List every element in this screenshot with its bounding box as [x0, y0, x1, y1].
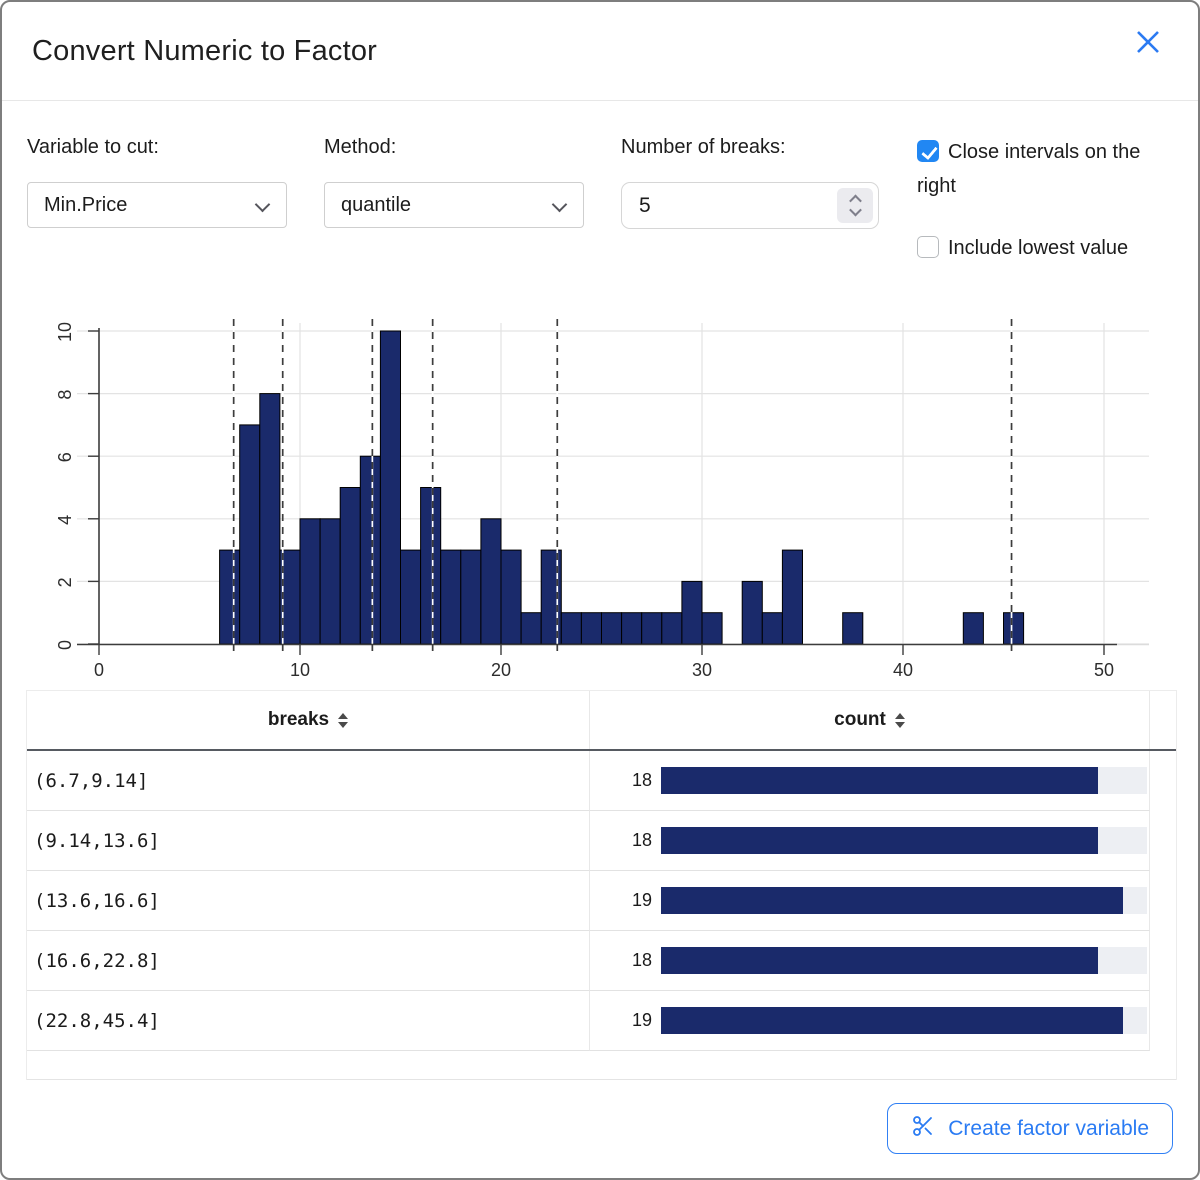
table-header-gutter	[1150, 691, 1176, 749]
method-select[interactable]: quantile	[324, 182, 584, 228]
sort-icon	[338, 713, 348, 728]
column-header-count[interactable]: count	[590, 691, 1150, 749]
svg-text:2: 2	[55, 577, 75, 587]
number-of-breaks-input[interactable]	[622, 194, 792, 218]
svg-text:0: 0	[94, 660, 104, 680]
sort-icon	[895, 713, 905, 728]
number-stepper[interactable]	[837, 188, 873, 223]
count-value: 18	[610, 950, 652, 971]
count-bar-track	[661, 1007, 1147, 1034]
count-bar-fill	[661, 1007, 1123, 1034]
close-icon	[1129, 23, 1167, 66]
svg-text:50: 50	[1094, 660, 1114, 680]
close-intervals-checkbox[interactable]	[917, 140, 939, 162]
count-bar-fill	[661, 947, 1098, 974]
include-lowest-option: Include lowest value	[917, 231, 1183, 265]
count-value: 19	[610, 890, 652, 911]
table-body: (6.7,9.14]18(9.14,13.6]18(13.6,16.6]19(1…	[27, 751, 1176, 1051]
count-bar-track	[661, 827, 1147, 854]
count-value: 19	[610, 1010, 652, 1031]
number-of-breaks-field	[621, 182, 879, 229]
breaks-cell: (22.8,45.4]	[27, 991, 590, 1051]
svg-text:10: 10	[290, 660, 310, 680]
spinner-down-icon	[849, 204, 862, 217]
scissors-icon	[911, 1114, 935, 1144]
breaks-cell: (6.7,9.14]	[27, 751, 590, 811]
variable-to-cut-label: Variable to cut:	[27, 136, 159, 159]
breaks-cell: (13.6,16.6]	[27, 871, 590, 931]
dialog-title: Convert Numeric to Factor	[32, 2, 377, 100]
create-factor-variable-label: Create factor variable	[948, 1117, 1149, 1141]
include-lowest-checkbox[interactable]	[917, 236, 939, 258]
chevron-down-icon	[255, 197, 271, 213]
table-row-gutter	[1150, 931, 1176, 991]
close-intervals-option: Close intervals on the right	[917, 135, 1183, 203]
breaks-cell: (16.6,22.8]	[27, 931, 590, 991]
breaks-cell: (9.14,13.6]	[27, 811, 590, 871]
table-empty-strip	[27, 1051, 1176, 1080]
count-bar-track	[661, 947, 1147, 974]
number-of-breaks-label: Number of breaks:	[621, 136, 786, 159]
svg-text:8: 8	[55, 390, 75, 400]
table-row-gutter	[1150, 751, 1176, 811]
svg-text:40: 40	[893, 660, 913, 680]
svg-text:30: 30	[692, 660, 712, 680]
header-divider	[2, 100, 1198, 101]
count-cell: 19	[590, 871, 1150, 931]
method-label: Method:	[324, 136, 396, 159]
svg-text:4: 4	[55, 515, 75, 525]
convert-numeric-to-factor-dialog: Convert Numeric to Factor Variable to cu…	[0, 0, 1200, 1180]
count-value: 18	[610, 770, 652, 791]
table-row[interactable]: (13.6,16.6] 19	[27, 871, 1176, 931]
svg-text:10: 10	[55, 322, 75, 342]
table-row[interactable]: (9.14,13.6] 18	[27, 811, 1176, 871]
table-header: breaks count	[27, 690, 1176, 751]
count-cell: 18	[590, 751, 1150, 811]
include-lowest-label: Include lowest value	[948, 237, 1128, 259]
count-cell: 19	[590, 991, 1150, 1051]
chevron-down-icon	[552, 197, 568, 213]
table-row[interactable]: (16.6,22.8] 18	[27, 931, 1176, 991]
table-row-gutter	[1150, 811, 1176, 871]
count-bar-fill	[661, 887, 1123, 914]
count-bar-track	[661, 887, 1147, 914]
svg-text:0: 0	[55, 640, 75, 650]
svg-text:6: 6	[55, 452, 75, 462]
table-row[interactable]: (22.8,45.4] 19	[27, 991, 1176, 1051]
breaks-summary-table: breaks count (6.7,9.14]18(9.14,13.6]18(1…	[26, 690, 1177, 1080]
method-select-value: quantile	[341, 194, 411, 217]
table-row[interactable]: (6.7,9.14] 18	[27, 751, 1176, 811]
column-header-breaks[interactable]: breaks	[27, 691, 590, 749]
variable-select[interactable]: Min.Price	[27, 182, 287, 228]
variable-select-value: Min.Price	[44, 194, 127, 217]
count-bar-fill	[661, 767, 1098, 794]
table-row-gutter	[1150, 871, 1176, 931]
histogram-chart: 0 10 20 30 40 50 0 2 4 6 8 10	[27, 295, 1177, 687]
create-factor-variable-button[interactable]: Create factor variable	[887, 1103, 1173, 1154]
svg-text:20: 20	[491, 660, 511, 680]
count-cell: 18	[590, 811, 1150, 871]
count-bar-fill	[661, 827, 1098, 854]
close-intervals-label: Close intervals on the right	[917, 141, 1140, 197]
close-button[interactable]	[1126, 22, 1170, 66]
table-row-gutter	[1150, 991, 1176, 1051]
count-cell: 18	[590, 931, 1150, 991]
count-value: 18	[610, 830, 652, 851]
count-bar-track	[661, 767, 1147, 794]
